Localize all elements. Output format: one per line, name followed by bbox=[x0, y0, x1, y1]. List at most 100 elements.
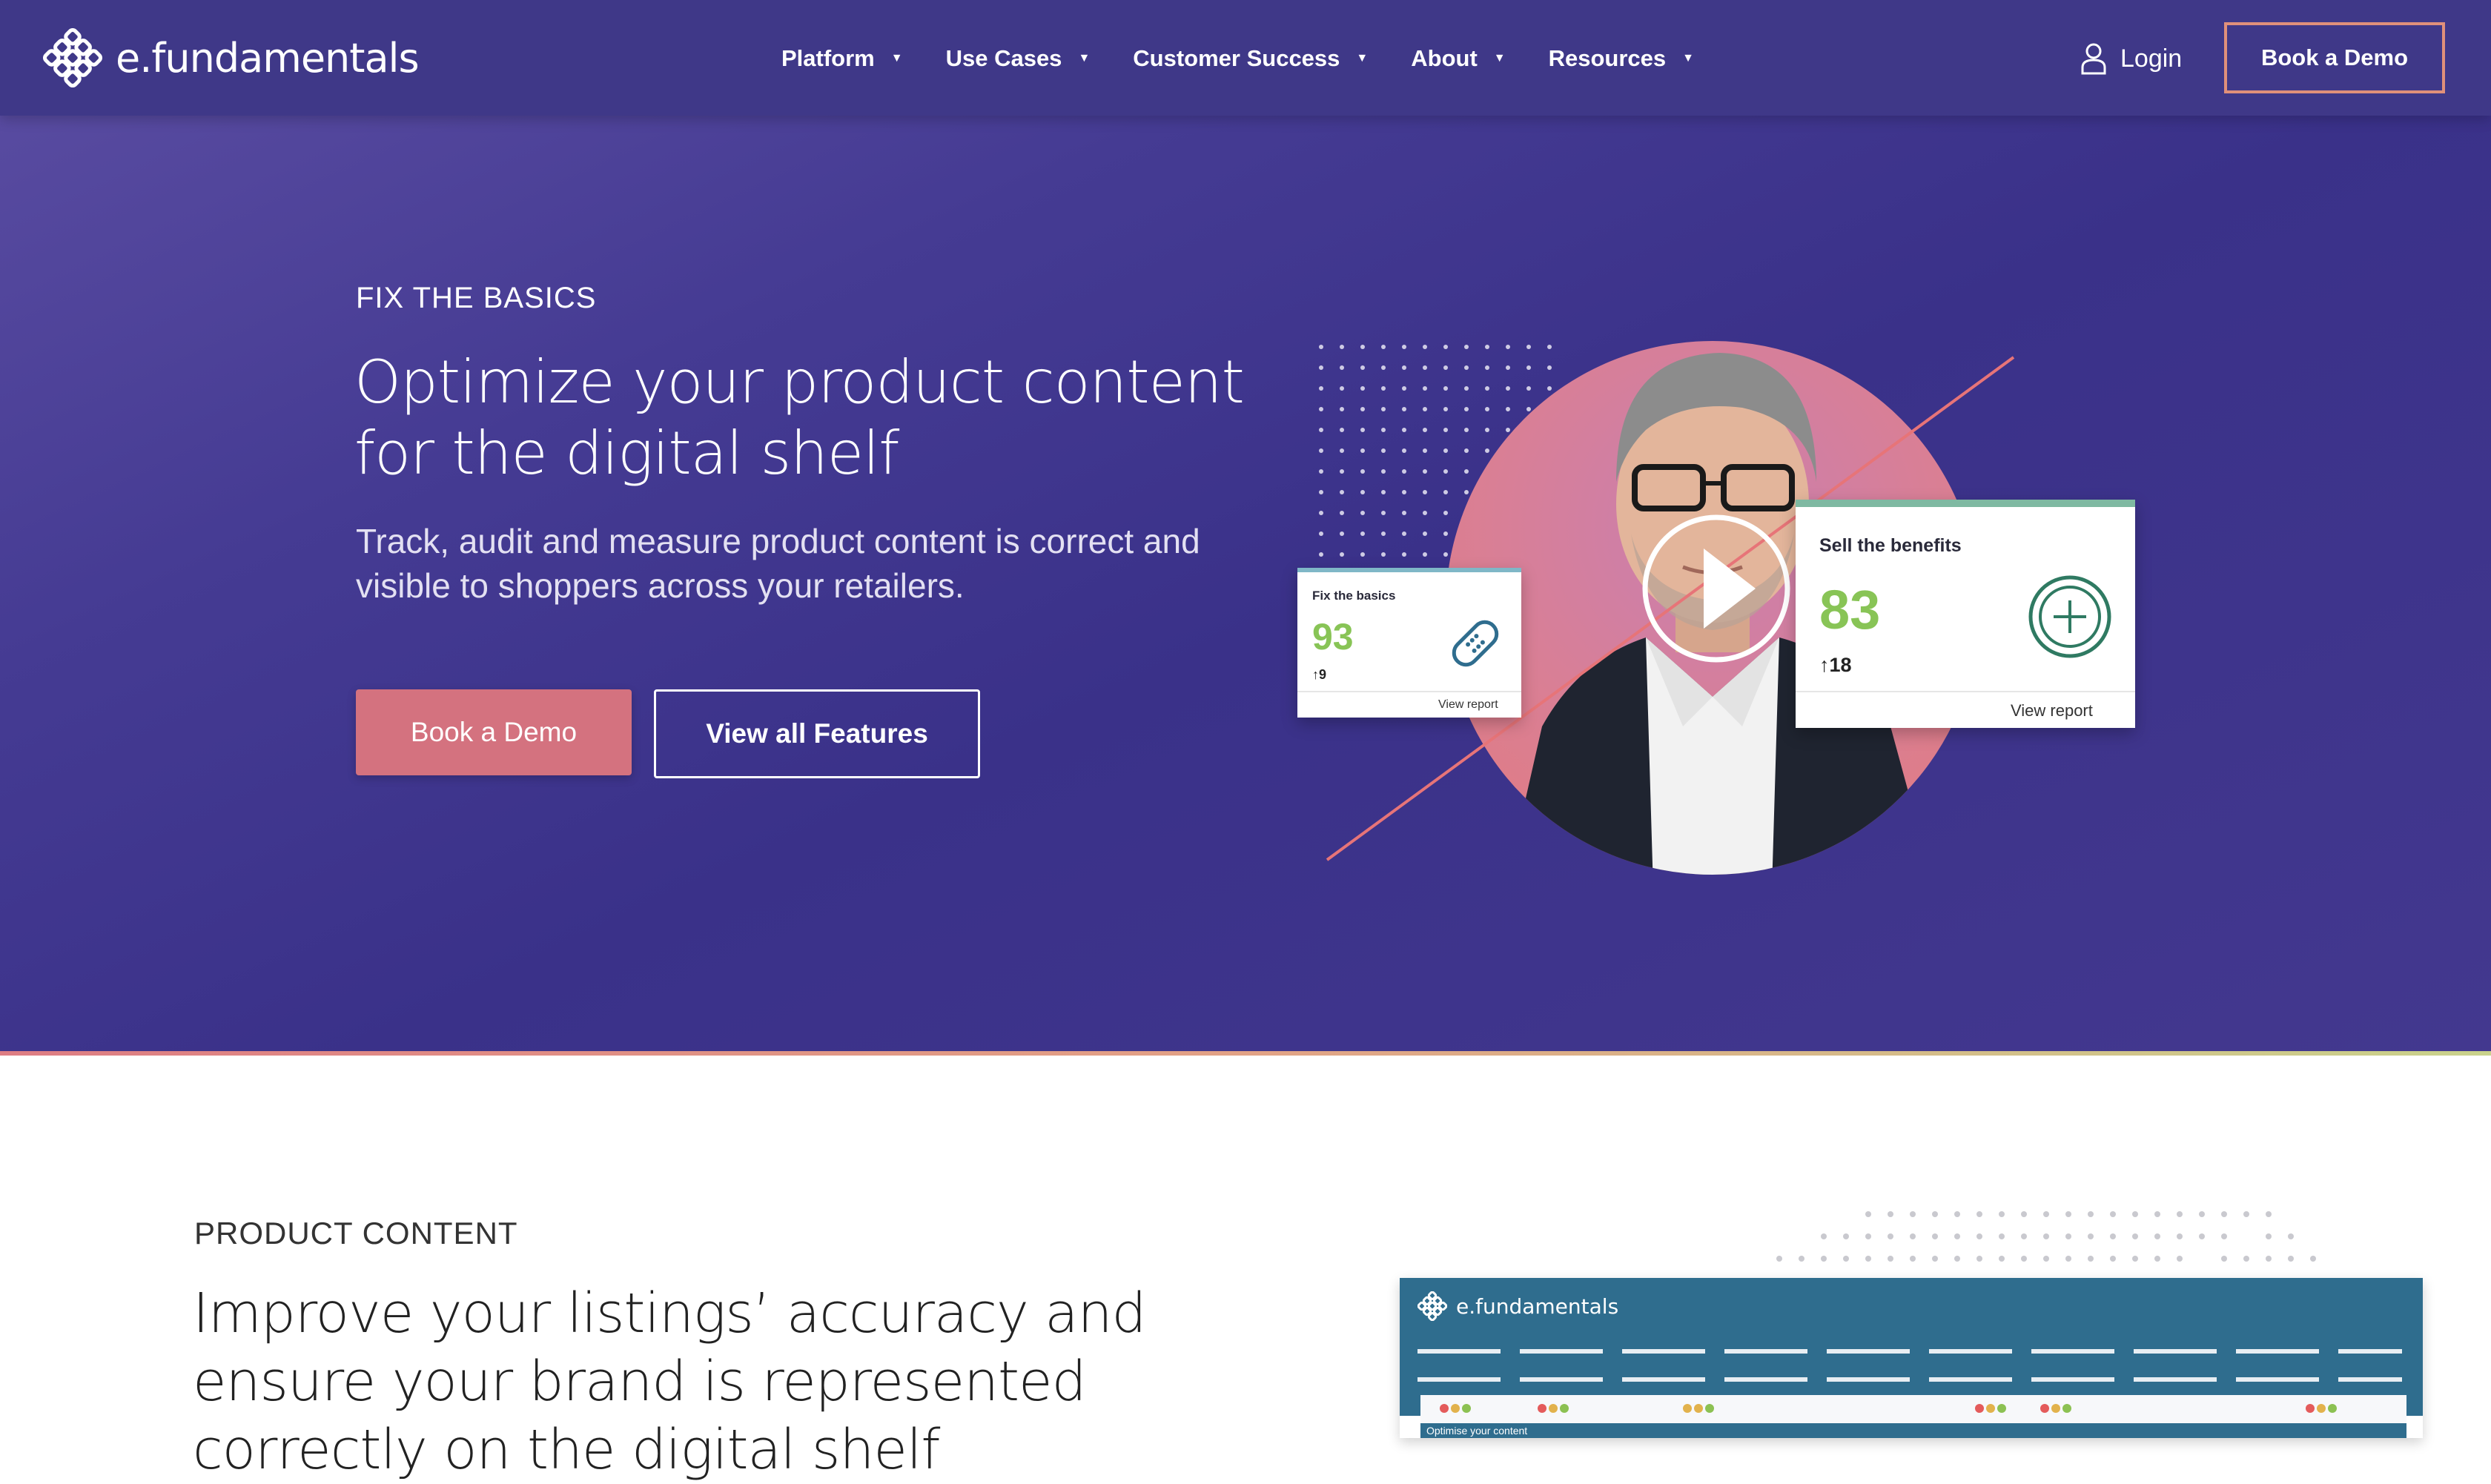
section-title: Improve your listings’ accuracy and ensu… bbox=[193, 1282, 1146, 1482]
card-divider bbox=[1796, 691, 2135, 692]
brand-logo-icon bbox=[1417, 1291, 1447, 1321]
dashboard-column-bar bbox=[2134, 1377, 2217, 1382]
dashboard-column-bar bbox=[2031, 1349, 2114, 1354]
status-dot bbox=[1538, 1404, 1546, 1413]
status-dot bbox=[2306, 1404, 2315, 1413]
dashboard-brand: e.fundamentals bbox=[1456, 1293, 1619, 1319]
score-card-sell-benefits[interactable]: Sell the benefits 83 ↑18 View report bbox=[1796, 500, 2135, 728]
status-dot bbox=[2040, 1404, 2049, 1413]
view-report-link[interactable]: View report bbox=[2011, 701, 2093, 721]
score-card-fix-basics[interactable]: Fix the basics 93 ↑9 View report bbox=[1297, 568, 1521, 718]
status-dots bbox=[1683, 1404, 1714, 1414]
card-score: 83 bbox=[1819, 579, 1881, 640]
hero-section: FIX THE BASICS Optimize your product con… bbox=[0, 0, 2491, 1056]
login-link[interactable]: Login bbox=[2080, 37, 2182, 80]
card-label: Fix the basics bbox=[1312, 589, 1396, 603]
status-dot bbox=[1694, 1404, 1703, 1413]
status-dot bbox=[1997, 1404, 2006, 1413]
dashboard-header: e.fundamentals bbox=[1400, 1278, 2423, 1334]
caret-down-icon: ▼ bbox=[1493, 52, 1506, 64]
status-dots bbox=[1538, 1404, 1569, 1414]
status-dot bbox=[1549, 1404, 1558, 1413]
card-change-value: 9 bbox=[1319, 667, 1327, 682]
status-dots bbox=[1975, 1404, 2006, 1414]
status-dot bbox=[2317, 1404, 2326, 1413]
hero-book-demo-button[interactable]: Book a Demo bbox=[356, 689, 632, 775]
status-dot bbox=[2051, 1404, 2060, 1413]
section-eyebrow: PRODUCT CONTENT bbox=[194, 1216, 518, 1251]
dot-grid-decoration bbox=[1776, 1211, 2316, 1262]
card-change-value: 18 bbox=[1829, 654, 1852, 676]
view-report-link[interactable]: View report bbox=[1438, 698, 1498, 712]
brand-logo-icon bbox=[43, 28, 102, 87]
status-dot bbox=[1986, 1404, 1995, 1413]
hero-subtitle: Track, audit and measure product content… bbox=[356, 522, 1200, 605]
card-change: ↑9 bbox=[1312, 667, 1326, 683]
caret-down-icon: ▼ bbox=[1356, 52, 1369, 64]
card-score: 93 bbox=[1312, 616, 1354, 657]
nav-item-label: About bbox=[1411, 45, 1478, 71]
status-dot bbox=[1440, 1404, 1449, 1413]
dashboard-column-bar bbox=[1827, 1377, 1910, 1382]
hero-eyebrow: FIX THE BASICS bbox=[356, 282, 597, 314]
dashboard-column-bar bbox=[2338, 1377, 2402, 1382]
login-label: Login bbox=[2120, 44, 2183, 73]
brand-logo[interactable]: e.fundamentals bbox=[43, 24, 420, 92]
brand-name: e.fundamentals bbox=[116, 34, 420, 82]
hero-title: Optimize your product content for the di… bbox=[354, 348, 1245, 488]
dashboard-preview: e.fundamentals Optimise your content bbox=[1400, 1278, 2423, 1438]
dashboard-column-bar bbox=[1622, 1377, 1705, 1382]
dashboard-column-bar bbox=[1724, 1349, 1807, 1354]
nav-item-label: Platform bbox=[781, 45, 875, 71]
status-dot bbox=[1560, 1404, 1569, 1413]
caret-down-icon: ▼ bbox=[1078, 52, 1091, 64]
status-dot bbox=[1975, 1404, 1984, 1413]
dashboard-column-bar bbox=[1417, 1377, 1501, 1382]
hero-gradient-divider bbox=[0, 1051, 2491, 1056]
status-dot bbox=[2062, 1404, 2071, 1413]
header-book-demo-button[interactable]: Book a Demo bbox=[2224, 22, 2445, 93]
card-label: Sell the benefits bbox=[1819, 535, 1962, 556]
dashboard-column-bar bbox=[2236, 1377, 2319, 1382]
card-change: ↑18 bbox=[1819, 654, 1852, 677]
status-dot bbox=[2328, 1404, 2337, 1413]
hero-visual: Fix the basics 93 ↑9 View report Sell th… bbox=[1297, 311, 2157, 875]
status-dot bbox=[1705, 1404, 1714, 1413]
nav-item-label: Resources bbox=[1548, 45, 1667, 71]
dashboard-column-bar bbox=[1622, 1349, 1705, 1354]
dashboard-column-bar bbox=[2338, 1349, 2402, 1354]
nav-item-platform[interactable]: Platform ▼ bbox=[781, 45, 903, 72]
dashboard-column-bar bbox=[2134, 1349, 2217, 1354]
dashboard-column-bar bbox=[2031, 1377, 2114, 1382]
bandage-icon bbox=[1446, 614, 1505, 677]
nav-item-label: Customer Success bbox=[1133, 45, 1340, 71]
status-dots bbox=[1440, 1404, 1471, 1414]
nav-item-resources[interactable]: Resources ▼ bbox=[1549, 45, 1694, 72]
nav-item-use-cases[interactable]: Use Cases ▼ bbox=[946, 45, 1091, 72]
status-dot bbox=[1683, 1404, 1692, 1413]
dashboard-column-bar bbox=[1724, 1377, 1807, 1382]
nav-item-about[interactable]: About ▼ bbox=[1411, 45, 1505, 72]
dashboard-footer: Optimise your content bbox=[1420, 1423, 2406, 1438]
nav-item-label: Use Cases bbox=[945, 45, 1062, 71]
dashboard-column-bar bbox=[1520, 1377, 1603, 1382]
arrow-up-icon: ↑ bbox=[1312, 667, 1319, 682]
site-header: e.fundamentals Platform ▼ Use Cases ▼ Cust… bbox=[0, 0, 2491, 116]
status-dot bbox=[1451, 1404, 1460, 1413]
dashboard-column-bar bbox=[2236, 1349, 2319, 1354]
arrow-up-icon: ↑ bbox=[1819, 654, 1830, 676]
dashboard-column-bar bbox=[1929, 1377, 2012, 1382]
caret-down-icon: ▼ bbox=[1682, 52, 1694, 64]
user-icon bbox=[2081, 43, 2106, 75]
status-dots bbox=[2040, 1404, 2071, 1414]
dashboard-column-bar bbox=[1929, 1349, 2012, 1354]
view-all-features-button[interactable]: View all Features bbox=[654, 689, 980, 778]
dashboard-column-bar bbox=[1417, 1349, 1501, 1354]
nav-item-customer-success[interactable]: Customer Success ▼ bbox=[1133, 45, 1368, 72]
dashboard-column-bar bbox=[1520, 1349, 1603, 1354]
card-divider bbox=[1297, 691, 1521, 692]
caret-down-icon: ▼ bbox=[890, 52, 903, 64]
status-dot bbox=[1462, 1404, 1471, 1413]
status-dots bbox=[2306, 1404, 2337, 1414]
main-nav: Platform ▼ Use Cases ▼ Customer Success ▼ A… bbox=[781, 39, 1737, 79]
